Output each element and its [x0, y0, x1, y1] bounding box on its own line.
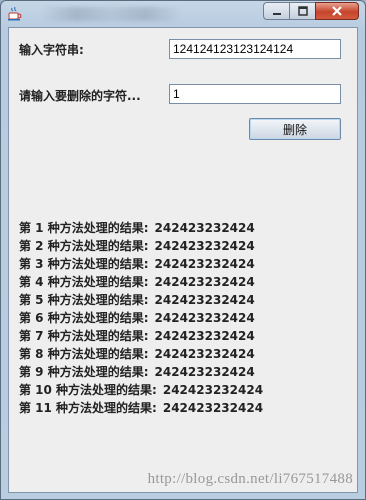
- maximize-icon: [297, 6, 308, 16]
- result-value: 242423232424: [154, 365, 255, 379]
- result-label: 第 1 种方法处理的结果:: [19, 221, 149, 235]
- content-panel: 输入字符串: 请输入要删除的字符... 删除 第 1 种方法处理的结果: 2424…: [8, 27, 358, 493]
- minimize-button[interactable]: [263, 2, 289, 20]
- result-line: 第 9 种方法处理的结果: 242423232424: [19, 363, 263, 381]
- result-label: 第 4 种方法处理的结果:: [19, 275, 149, 289]
- result-value: 242423232424: [154, 329, 255, 343]
- result-value: 242423232424: [162, 383, 264, 397]
- result-line: 第 4 种方法处理的结果: 242423232424: [19, 273, 263, 291]
- result-label: 第 8 种方法处理的结果:: [19, 347, 149, 361]
- result-label: 第 11 种方法处理的结果:: [19, 401, 157, 415]
- minimize-icon: [272, 13, 281, 15]
- result-label: 第 2 种方法处理的结果:: [19, 239, 149, 253]
- close-button[interactable]: [315, 2, 359, 20]
- title-text-blurred: [41, 7, 181, 21]
- result-label: 第 7 种方法处理的结果:: [19, 329, 149, 343]
- result-line: 第 1 种方法处理的结果: 242423232424: [19, 219, 263, 237]
- delete-button[interactable]: 删除: [249, 118, 341, 140]
- close-icon: [332, 6, 342, 16]
- result-value: 242423232424: [154, 257, 255, 271]
- input-string-label: 输入字符串:: [19, 43, 84, 57]
- result-value: 242423232424: [154, 239, 255, 253]
- result-line: 第 6 种方法处理的结果: 242423232424: [19, 309, 263, 327]
- result-value: 242423232424: [154, 221, 255, 235]
- result-line: 第 5 种方法处理的结果: 242423232424: [19, 291, 263, 309]
- java-coffee-cup-icon[interactable]: [7, 6, 23, 22]
- delete-char-field[interactable]: [169, 84, 341, 104]
- result-value: 242423232424: [154, 347, 255, 361]
- delete-char-label: 请输入要删除的字符...: [19, 89, 141, 103]
- result-line: 第 2 种方法处理的结果: 242423232424: [19, 237, 263, 255]
- app-window: 输入字符串: 请输入要删除的字符... 删除 第 1 种方法处理的结果: 2424…: [0, 0, 366, 500]
- window-controls: [263, 2, 359, 22]
- result-line: 第 8 种方法处理的结果: 242423232424: [19, 345, 263, 363]
- input-string-field[interactable]: [169, 39, 341, 59]
- watermark: http://blog.csdn.net/li767517488: [147, 471, 353, 487]
- result-label: 第 3 种方法处理的结果:: [19, 257, 149, 271]
- results-list: 第 1 种方法处理的结果: 242423232424 第 2 种方法处理的结果: 24…: [19, 219, 263, 417]
- result-value: 242423232424: [162, 401, 264, 415]
- result-line: 第 7 种方法处理的结果: 242423232424: [19, 327, 263, 345]
- maximize-button[interactable]: [289, 2, 315, 20]
- result-line: 第 10 种方法处理的结果: 242423232424: [19, 381, 263, 399]
- result-value: 242423232424: [154, 293, 255, 307]
- result-line: 第 3 种方法处理的结果: 242423232424: [19, 255, 263, 273]
- result-label: 第 10 种方法处理的结果:: [19, 383, 157, 397]
- result-value: 242423232424: [154, 275, 255, 289]
- result-label: 第 9 种方法处理的结果:: [19, 365, 149, 379]
- result-label: 第 6 种方法处理的结果:: [19, 311, 149, 325]
- result-line: 第 11 种方法处理的结果: 242423232424: [19, 399, 263, 417]
- title-bar[interactable]: [1, 1, 365, 27]
- result-value: 242423232424: [154, 311, 255, 325]
- result-label: 第 5 种方法处理的结果:: [19, 293, 149, 307]
